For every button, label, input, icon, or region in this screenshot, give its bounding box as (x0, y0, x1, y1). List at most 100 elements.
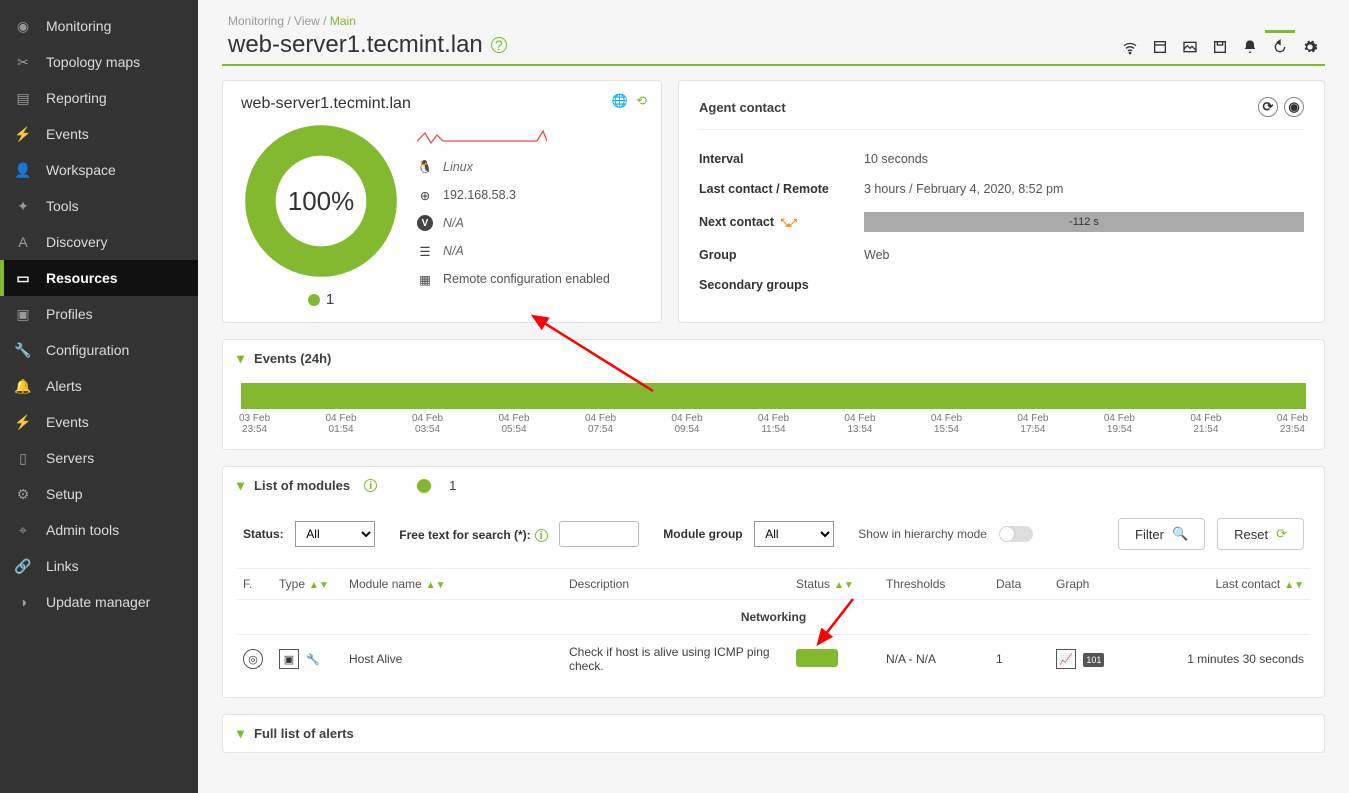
wifi-icon[interactable] (1115, 30, 1145, 60)
sidebar-item-events2[interactable]: ⚡Events (0, 404, 198, 440)
sidebar-item-alerts[interactable]: 🔔Alerts (0, 368, 198, 404)
report-icon: ▤ (14, 89, 32, 107)
hierarchy-toggle[interactable] (999, 526, 1033, 542)
sidebar-item-monitoring[interactable]: ◉Monitoring (0, 8, 198, 44)
module-thresh: N/A - N/A (880, 635, 990, 684)
chevron-down-icon: ▾ (237, 725, 244, 742)
axis-tick: 04 Feb01:54 (325, 413, 356, 435)
sidebar-item-profiles[interactable]: ▣Profiles (0, 296, 198, 332)
col-graph: Graph (1050, 569, 1160, 600)
search-input[interactable] (559, 521, 639, 547)
axis-tick: 04 Feb19:54 (1104, 413, 1135, 435)
topology-icon: ✂ (14, 53, 32, 71)
next-contact-bar: -112 s (864, 212, 1304, 232)
filter-button[interactable]: Filter🔍 (1118, 518, 1205, 550)
axis-tick: 04 Feb17:54 (1017, 413, 1048, 435)
sidebar-item-update[interactable]: ◑Update manager (0, 584, 198, 620)
floppy-icon[interactable] (1205, 30, 1235, 60)
status-filter-select[interactable]: All (295, 521, 375, 547)
resources-icon: ▭ (14, 269, 32, 287)
remote-icon[interactable]: ⟲ (636, 93, 647, 109)
sidebar-item-servers[interactable]: ▯ Servers (0, 440, 198, 476)
group-filter-select[interactable]: All (754, 521, 834, 547)
col-last[interactable]: Last contact▲▼ (1160, 569, 1310, 600)
status-dot-icon (417, 479, 431, 493)
contact-title: Agent contact (699, 100, 786, 115)
linux-icon: 🐧 (417, 159, 433, 175)
modules-header[interactable]: ▾ List of modules i 1 (223, 467, 1324, 504)
col-status[interactable]: Status▲▼ (790, 569, 880, 600)
events-24h-header[interactable]: ▾Events (24h) (223, 340, 1324, 377)
sort-icon: ▲▼ (309, 583, 329, 589)
tools-icon: ✦ (14, 197, 32, 215)
sidebar-item-events[interactable]: ⚡Events (0, 116, 198, 152)
bell-icon[interactable] (1235, 30, 1265, 60)
modules-title: List of modules (254, 478, 350, 493)
col-desc: Description (563, 569, 790, 600)
sidebar-item-discovery[interactable]: ADiscovery (0, 224, 198, 260)
reset-button[interactable]: Reset⟳ (1217, 518, 1304, 550)
module-row[interactable]: ◎ ▣🔧 Host Alive Check if host is alive u… (237, 635, 1310, 684)
help-icon[interactable]: i (535, 529, 548, 542)
modules-count: 1 (449, 478, 456, 493)
back-icon[interactable] (1265, 30, 1295, 60)
discovery-icon: A (14, 233, 32, 251)
network-icon: ⊕ (417, 187, 433, 203)
panel-icon[interactable] (1145, 30, 1175, 60)
sidebar-item-reporting[interactable]: ▤Reporting (0, 80, 198, 116)
agent-contact-card: Agent contact ⟳ ◉ Interval10 seconds Las… (678, 80, 1325, 323)
next-contact-value: -112 s (1069, 216, 1099, 228)
bullseye-icon[interactable]: ◎ (243, 649, 263, 669)
ip-value: 192.168.58.3 (443, 188, 516, 202)
help-icon[interactable]: i (364, 479, 377, 492)
gear-icon: ⚙ (14, 485, 32, 503)
col-type[interactable]: Type▲▼ (273, 569, 343, 600)
gear-icon[interactable] (1295, 30, 1325, 60)
modules-table: F. Type▲▼ Module name▲▼ Description Stat… (237, 568, 1310, 683)
force-button[interactable]: ◉ (1284, 97, 1304, 117)
value-badge[interactable]: 101 (1083, 653, 1104, 667)
version-value: N/A (443, 216, 464, 230)
axis-tick: 04 Feb15:54 (931, 413, 962, 435)
secondary-groups-label: Secondary groups (699, 278, 864, 292)
search-label: Free text for search (*):i (399, 528, 547, 542)
page-title-text: web-server1.tecmint.lan (228, 31, 483, 59)
help-icon[interactable]: ? (491, 37, 507, 53)
sidebar-item-workspace[interactable]: 👤Workspace (0, 152, 198, 188)
sidebar-item-links[interactable]: 🔗Links (0, 548, 198, 584)
breadcrumb-seg[interactable]: View (294, 14, 320, 28)
sidebar-item-admin-tools[interactable]: ⌖Admin tools (0, 512, 198, 548)
refresh-button[interactable]: ⟳ (1258, 97, 1278, 117)
sort-icon: ▲▼ (1284, 583, 1304, 589)
globe-icon[interactable]: 🌐 (612, 93, 628, 109)
wrench-icon[interactable]: 🔧 (303, 649, 323, 669)
axis-tick: 04 Feb05:54 (498, 413, 529, 435)
reset-icon: ⟳ (1276, 526, 1287, 542)
server-icon: ▯ (14, 449, 32, 467)
sidebar-item-label: Resources (46, 270, 118, 286)
main-content: Monitoring / View / Main web-server1.tec… (198, 0, 1349, 793)
axis-tick: 04 Feb09:54 (671, 413, 702, 435)
col-name[interactable]: Module name▲▼ (343, 569, 563, 600)
sidebar-item-label: Monitoring (46, 18, 111, 34)
sidebar-item-setup[interactable]: ⚙Setup (0, 476, 198, 512)
alerts-header[interactable]: ▾Full list of alerts (223, 715, 1324, 752)
group-label: Group (699, 248, 864, 262)
sidebar-item-tools[interactable]: ✦Tools (0, 188, 198, 224)
sidebar-item-configuration[interactable]: 🔧Configuration (0, 332, 198, 368)
sidebar-item-topology[interactable]: ✂Topology maps (0, 44, 198, 80)
agent-hostname: web-server1.tecmint.lan (241, 95, 643, 113)
sidebar-item-resources[interactable]: ▭ Resources (0, 260, 198, 296)
col-f: F. (237, 569, 273, 600)
sidebar-item-label: Servers (46, 450, 94, 466)
breadcrumb-seg[interactable]: Monitoring (228, 14, 284, 28)
page-title: web-server1.tecmint.lan ? (222, 31, 507, 59)
breadcrumb-seg: Main (330, 14, 356, 28)
axis-tick: 04 Feb13:54 (844, 413, 875, 435)
image-icon[interactable] (1175, 30, 1205, 60)
bolt-icon: ⚡ (14, 413, 32, 431)
type-icon[interactable]: ▣ (279, 649, 299, 669)
status-filter-label: Status: (243, 527, 284, 541)
user-icon: 👤 (14, 161, 32, 179)
graph-icon[interactable]: 📈 (1056, 649, 1076, 669)
